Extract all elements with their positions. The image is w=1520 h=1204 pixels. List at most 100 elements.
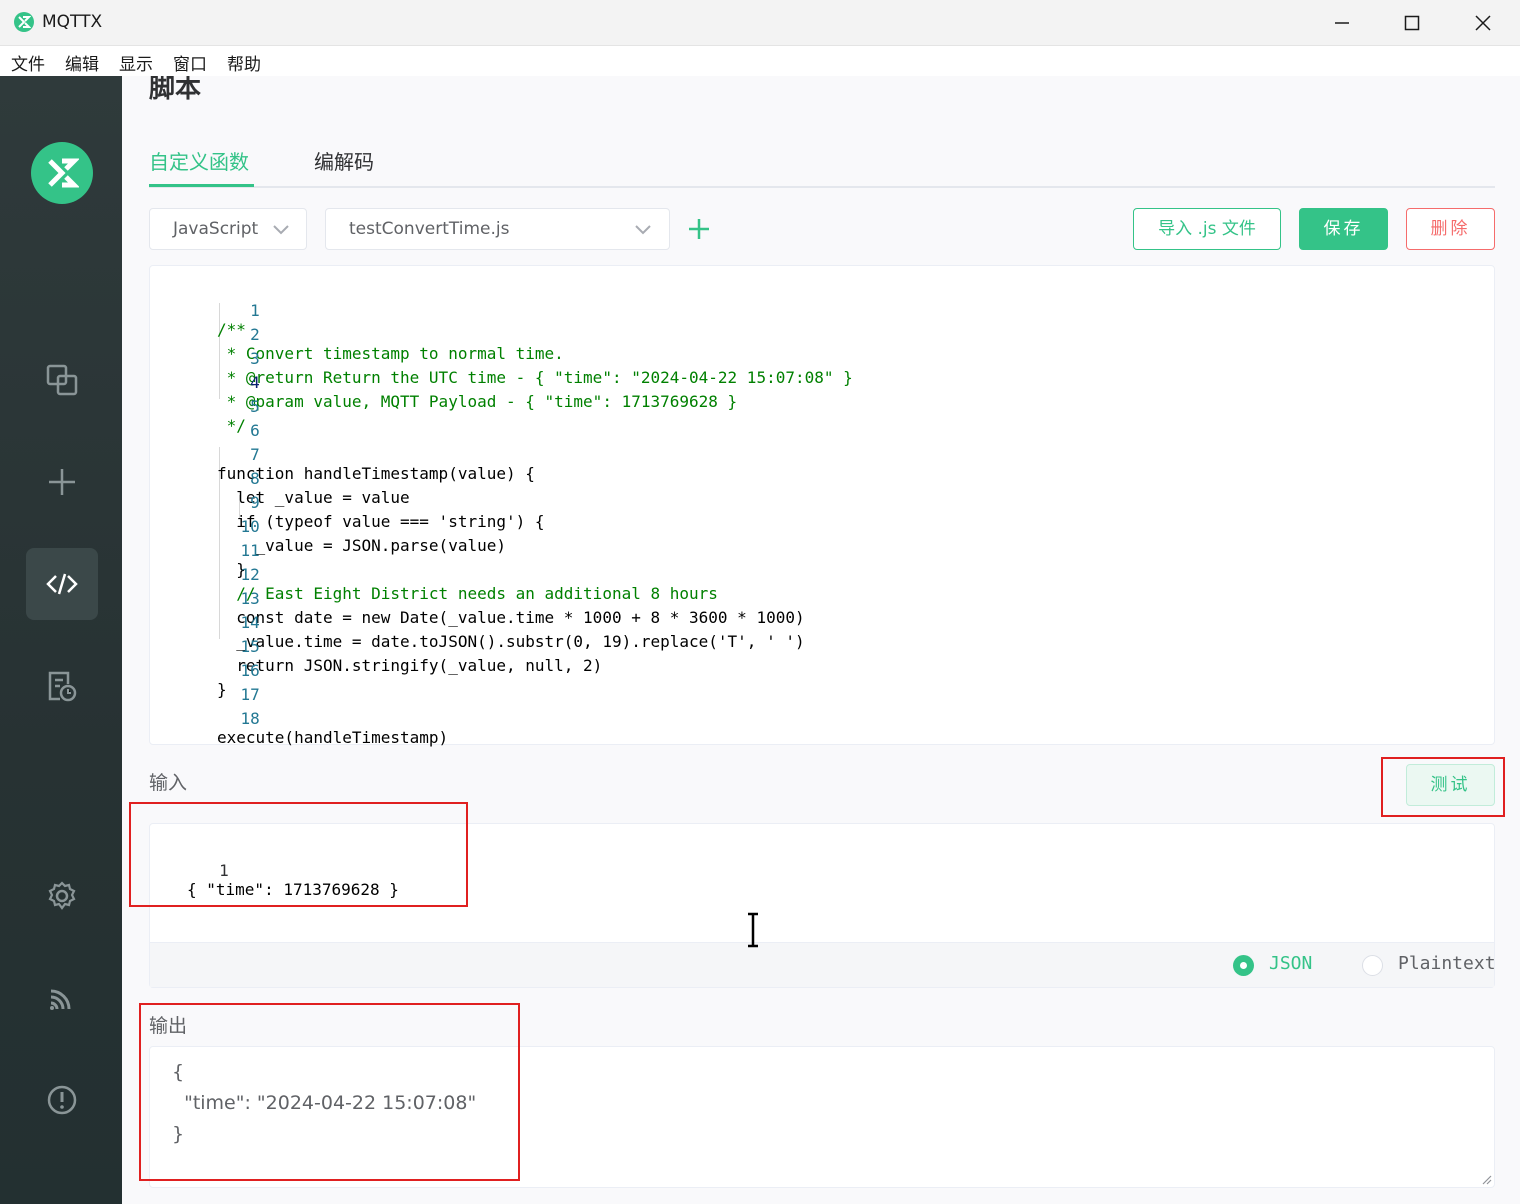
code-line: 18 execute(handleTimestamp) bbox=[150, 690, 448, 747]
minimize-button[interactable] bbox=[1307, 0, 1377, 46]
active-tab-indicator bbox=[149, 184, 254, 187]
rss-icon bbox=[50, 989, 71, 1010]
menu-bar: 文件 编辑 显示 窗口 帮助 bbox=[0, 46, 1520, 76]
sidebar-item-new-connection[interactable] bbox=[26, 446, 98, 518]
script-file-select-value: testConvertTime.js bbox=[349, 219, 510, 239]
chevron-down-icon bbox=[635, 225, 651, 235]
code-line: 14 _value.time = date.toJSON().substr(0,… bbox=[150, 594, 804, 651]
window-title: MQTTX bbox=[42, 12, 103, 32]
payload-format-bar: JSON Plaintext bbox=[150, 942, 1496, 987]
line-text: const date = new Date(_value.time * 1000… bbox=[217, 608, 805, 627]
code-line: 15 return JSON.stringify(_value, null, 2… bbox=[150, 618, 602, 675]
menu-edit[interactable]: 编辑 bbox=[65, 50, 99, 75]
code-line: 2 * Convert timestamp to normal time. bbox=[150, 306, 564, 363]
tab-bar: 自定义函数 编解码 bbox=[149, 136, 1495, 188]
menu-file[interactable]: 文件 bbox=[11, 50, 45, 75]
gear-icon bbox=[48, 881, 76, 910]
code-line: 17 bbox=[150, 666, 260, 704]
line-text: _value = JSON.parse(value) bbox=[217, 536, 506, 555]
line-number: 12 bbox=[240, 565, 260, 584]
line-number: 16 bbox=[240, 661, 260, 680]
code-line: 8 let _value = value bbox=[150, 450, 409, 507]
line-number: 4 bbox=[250, 373, 260, 392]
line-number: 8 bbox=[250, 469, 260, 488]
annotation-box-output bbox=[139, 1003, 520, 1181]
line-text: * Convert timestamp to normal time. bbox=[217, 344, 564, 363]
code-line: 16 } bbox=[150, 642, 260, 699]
line-text: function handleTimestamp(value) { bbox=[217, 464, 535, 483]
log-icon bbox=[48, 671, 77, 702]
maximize-icon bbox=[1404, 15, 1420, 31]
line-number: 2 bbox=[250, 325, 260, 344]
chevron-down-icon bbox=[273, 225, 289, 235]
annotation-box-test bbox=[1381, 757, 1505, 817]
sidebar-item-subscribe[interactable] bbox=[26, 962, 98, 1034]
line-text: execute(handleTimestamp) bbox=[217, 728, 449, 747]
code-icon bbox=[46, 573, 78, 595]
page-title: 脚本 bbox=[149, 76, 202, 104]
language-select[interactable]: JavaScript bbox=[149, 208, 307, 250]
line-number: 18 bbox=[240, 709, 260, 728]
maximize-button[interactable] bbox=[1377, 0, 1447, 46]
input-label: 输入 bbox=[149, 772, 188, 794]
code-line: 11 } bbox=[150, 522, 260, 579]
line-number: 14 bbox=[240, 613, 260, 632]
annotation-box-input bbox=[129, 802, 468, 907]
save-button[interactable]: 保存 bbox=[1299, 208, 1388, 250]
line-text: if (typeof value === 'string') { bbox=[217, 512, 545, 531]
minimize-icon bbox=[1335, 22, 1349, 24]
line-number: 6 bbox=[250, 421, 260, 440]
line-number: 17 bbox=[240, 685, 260, 704]
sidebar-item-log[interactable] bbox=[26, 650, 98, 722]
tab-codec[interactable]: 编解码 bbox=[314, 146, 374, 175]
import-js-button[interactable]: 导入 .js 文件 bbox=[1133, 208, 1281, 250]
code-line: 10 _value = JSON.parse(value) bbox=[150, 498, 506, 555]
sidebar-item-script[interactable] bbox=[26, 548, 98, 620]
connections-icon bbox=[46, 364, 78, 396]
tab-custom-functions[interactable]: 自定义函数 bbox=[149, 146, 249, 175]
menu-help[interactable]: 帮助 bbox=[227, 50, 261, 75]
code-line: 5 */ bbox=[150, 378, 260, 435]
line-text: * @param value, MQTT Payload - { "time":… bbox=[217, 392, 738, 411]
sidebar bbox=[0, 76, 122, 1204]
radio-plaintext[interactable] bbox=[1362, 955, 1383, 976]
mqttx-logo-icon bbox=[31, 142, 93, 204]
code-line: 6 bbox=[150, 402, 260, 440]
menu-window[interactable]: 窗口 bbox=[173, 50, 207, 75]
line-number: 9 bbox=[250, 493, 260, 512]
close-button[interactable] bbox=[1448, 0, 1518, 46]
line-text: // East Eight District needs an addition… bbox=[217, 584, 718, 603]
language-select-value: JavaScript bbox=[173, 219, 259, 239]
code-line: 13 const date = new Date(_value.time * 1… bbox=[150, 570, 804, 627]
radio-plaintext-label[interactable]: Plaintext bbox=[1398, 953, 1496, 974]
code-line: 4 * @param value, MQTT Payload - { "time… bbox=[150, 354, 738, 411]
text-cursor-icon bbox=[748, 912, 758, 948]
sidebar-item-settings[interactable] bbox=[26, 860, 98, 932]
line-text: * @return Return the UTC time - { "time"… bbox=[217, 368, 853, 387]
plus-icon bbox=[49, 469, 75, 495]
line-number: 7 bbox=[250, 445, 260, 464]
info-icon bbox=[47, 1085, 77, 1115]
line-number: 3 bbox=[250, 349, 260, 368]
code-editor[interactable]: 1 /** 2 * Convert timestamp to normal ti… bbox=[149, 265, 1495, 747]
add-script-button[interactable] bbox=[686, 216, 712, 242]
resize-handle-icon[interactable] bbox=[1480, 1173, 1492, 1185]
title-bar: MQTTX bbox=[0, 0, 1520, 46]
app-logo-icon bbox=[14, 12, 34, 32]
code-line: 3 * @return Return the UTC time - { "tim… bbox=[150, 330, 853, 387]
line-number: 13 bbox=[240, 589, 260, 608]
line-number: 15 bbox=[240, 637, 260, 656]
script-file-select[interactable]: testConvertTime.js bbox=[325, 208, 670, 250]
code-line: 12 // East Eight District needs an addit… bbox=[150, 546, 718, 603]
delete-button[interactable]: 删除 bbox=[1406, 208, 1495, 250]
radio-json[interactable] bbox=[1233, 955, 1254, 976]
plus-icon bbox=[689, 219, 709, 239]
sidebar-item-about[interactable] bbox=[26, 1064, 98, 1136]
menu-view[interactable]: 显示 bbox=[119, 50, 153, 75]
line-text: _value.time = date.toJSON().substr(0, 19… bbox=[217, 632, 805, 651]
sidebar-item-connections[interactable] bbox=[26, 344, 98, 416]
line-number: 11 bbox=[240, 541, 260, 560]
code-line: 9 if (typeof value === 'string') { bbox=[150, 474, 544, 531]
radio-json-label[interactable]: JSON bbox=[1269, 953, 1312, 974]
line-text: return JSON.stringify(_value, null, 2) bbox=[217, 656, 603, 675]
